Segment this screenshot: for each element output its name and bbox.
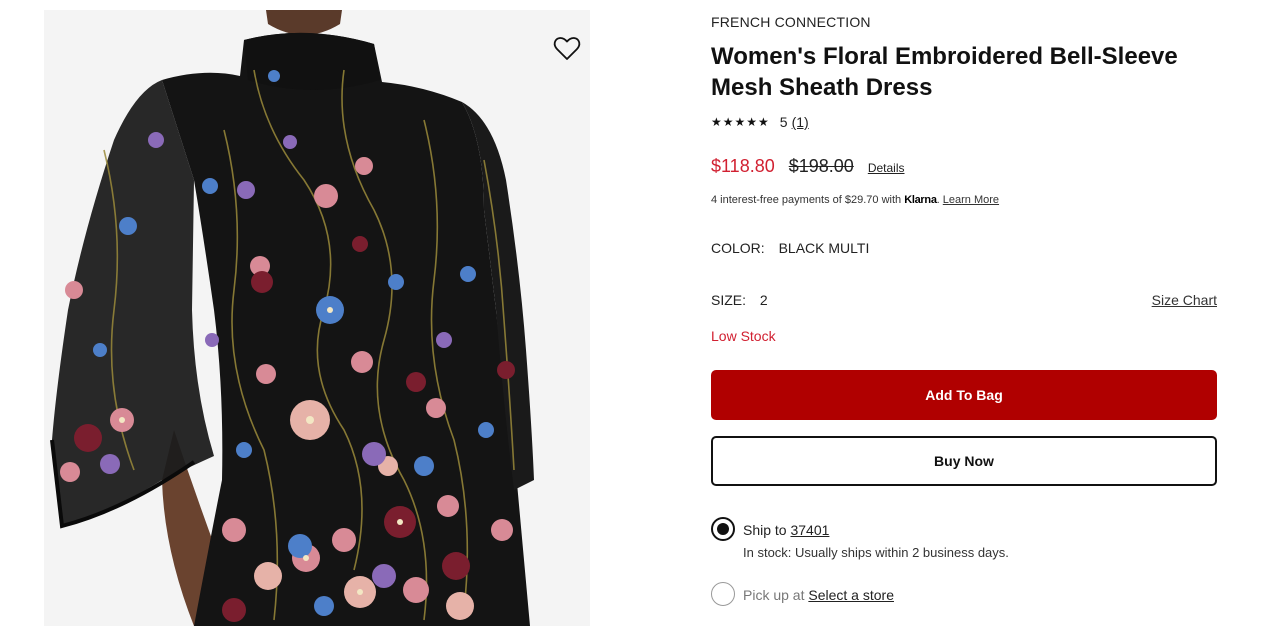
rating-stars-icon: ★★★★★: [711, 115, 770, 129]
color-selection: COLOR: BLACK MULTI: [711, 240, 869, 256]
ship-availability-note: In stock: Usually ships within 2 busines…: [743, 545, 1009, 560]
klarna-installments: 4 interest-free payments of $29.70 with …: [711, 194, 999, 206]
add-to-favorites-button[interactable]: [553, 36, 581, 62]
ship-to-line: Ship to 37401: [743, 522, 829, 538]
dress-illustration: [44, 10, 590, 626]
size-selection: SIZE: 2: [711, 292, 768, 308]
rating-score: 5: [779, 114, 788, 130]
size-chart-link[interactable]: Size Chart: [1152, 292, 1217, 308]
review-count-link[interactable]: (1): [792, 114, 809, 130]
low-stock-message: Low Stock: [711, 328, 776, 344]
color-value: BLACK MULTI: [778, 240, 870, 256]
add-to-bag-button[interactable]: Add To Bag: [711, 370, 1217, 420]
pickup-line: Pick up at Select a store: [743, 587, 894, 603]
ship-radio-button[interactable]: [711, 517, 735, 541]
price-details-link[interactable]: Details: [868, 161, 905, 175]
pickup-label: Pick up at: [743, 587, 809, 603]
product-title: Women's Floral Embroidered Bell-Sleeve M…: [711, 43, 1178, 101]
heart-outline-icon: [553, 37, 581, 60]
klarna-learn-more-link[interactable]: Learn More: [943, 194, 999, 206]
ship-zip-link[interactable]: 37401: [790, 522, 829, 538]
color-label: COLOR:: [711, 240, 765, 256]
sale-price: $118.80: [711, 156, 775, 176]
select-store-link[interactable]: Select a store: [808, 587, 894, 603]
size-value: 2: [759, 292, 768, 308]
size-label: SIZE:: [711, 292, 747, 308]
original-price: $198.00: [788, 156, 854, 176]
ship-to-label: Ship to: [743, 522, 791, 538]
product-image[interactable]: [44, 10, 590, 626]
buy-now-button[interactable]: Buy Now: [711, 436, 1217, 486]
pickup-radio-button[interactable]: [711, 582, 735, 606]
klarna-separator: .: [936, 194, 940, 206]
rating-summary[interactable]: ★★★★★ 5 (1): [711, 114, 809, 130]
brand-link[interactable]: FRENCH CONNECTION: [711, 14, 871, 30]
klarna-text: 4 interest-free payments of $29.70 with: [711, 194, 905, 206]
price-row: $118.80 $198.00 Details: [711, 156, 905, 177]
klarna-logo: Klarna: [904, 194, 937, 206]
